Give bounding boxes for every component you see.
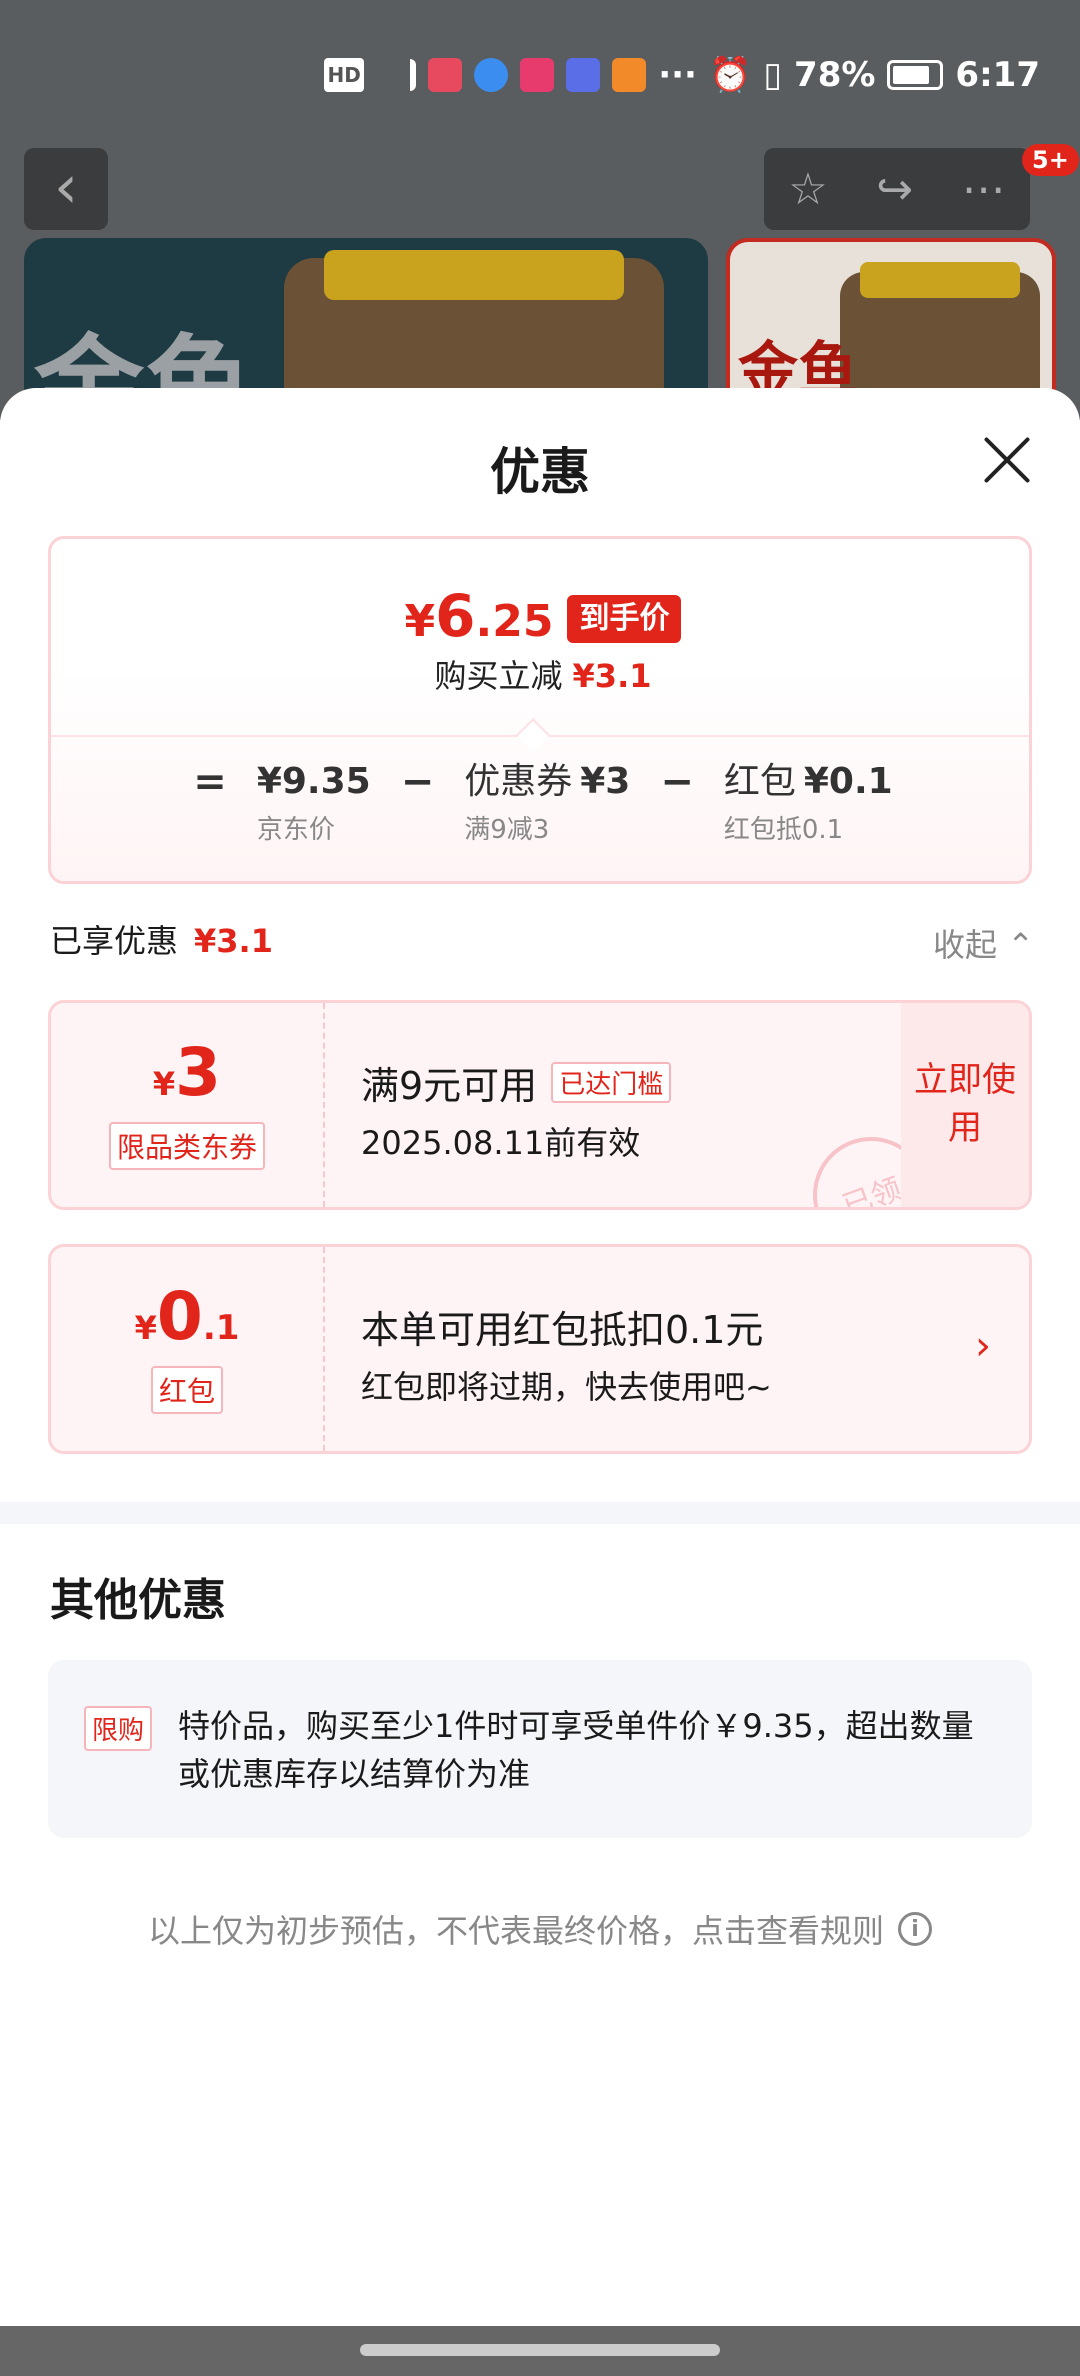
instant-discount: 购买立减 ¥3.1 xyxy=(434,657,652,695)
alarm-icon: ⏰ xyxy=(708,55,752,95)
use-now-button[interactable]: 立即使用 xyxy=(901,1003,1029,1207)
sheet-title: 优惠 xyxy=(490,443,590,501)
other-discounts-title: 其他优惠 xyxy=(50,1575,226,1626)
vibrate-icon: ▯ xyxy=(763,55,783,95)
coupon-validity: 2025.08.11前有效 xyxy=(361,1124,641,1162)
redpacket-type-badge: 红包 xyxy=(150,1366,223,1414)
back-button[interactable]: ‹ xyxy=(24,148,108,230)
divider-notch xyxy=(516,718,550,752)
price-summary-card: ¥6.25 到手价 购买立减 ¥3.1 = ¥9.35 京东价 − 优惠券 ¥3 满… xyxy=(48,536,1032,884)
discount-sheet: 优惠 ¥6.25 到手价 购买立减 ¥3.1 = ¥9.35 京东价 − 优惠券 ¥… xyxy=(0,388,1080,2328)
price-formula: = ¥9.35 京东价 − 优惠券 ¥3 满9减3 − 红包 ¥0.1 红包抵0.1 xyxy=(51,757,1029,846)
app-notification-icon xyxy=(612,58,647,92)
home-indicator[interactable] xyxy=(360,2344,720,2356)
battery-icon xyxy=(887,60,944,90)
coupon-value-area: ¥3 限品类东券 xyxy=(51,1003,323,1207)
coupon-type-badge: 限品类东券 xyxy=(108,1122,265,1170)
minus-sign: − xyxy=(660,759,694,805)
redpacket-details: 本单可用红包抵扣0.1元 红包即将过期，快去使用吧~ xyxy=(361,1299,772,1408)
collapse-button[interactable]: 收起 ⌃ xyxy=(933,920,1034,966)
app-notification-icon xyxy=(566,58,601,92)
message-badge: 5+ xyxy=(1022,144,1079,176)
other-discount-item: 限购 特价品，购买至少1件时可享受单件价￥9.35，超出数量或优惠库存以结算价为… xyxy=(48,1660,1032,1838)
top-actions: ☆ ↪ ⋯ xyxy=(764,148,1030,230)
redpacket-value-area: ¥0.1 红包 xyxy=(51,1247,323,1451)
star-icon[interactable]: ☆ xyxy=(788,164,827,215)
chevron-right-icon[interactable]: › xyxy=(975,1323,991,1369)
app-notification-icon xyxy=(474,58,509,92)
signal-icon xyxy=(376,59,417,91)
coupon-amount: ¥3 xyxy=(152,1034,222,1111)
more-notifications-icon: ··· xyxy=(658,55,697,95)
chevron-left-icon: ‹ xyxy=(54,152,78,222)
app-notification-icon xyxy=(520,58,555,92)
redpacket-hint: 红包即将过期，快去使用吧~ xyxy=(361,1368,772,1406)
info-icon: i xyxy=(898,1912,932,1946)
coupon-card[interactable]: ¥3 限品类东券 满9元可用 已达门槛 2025.08.11前有效 已领 立即使用 xyxy=(48,1000,1032,1210)
coupon-divider xyxy=(323,1247,325,1451)
disclaimer-text: 以上仅为初步预估，不代表最终价格，点击查看规则 xyxy=(147,1912,884,1950)
redpacket-amount: ¥0.1 xyxy=(134,1278,240,1355)
jar-lid-image xyxy=(324,250,624,300)
more-icon[interactable]: ⋯ xyxy=(962,164,1006,215)
app-notification-icon xyxy=(428,58,463,92)
status-bar: HD ··· ⏰ ▯ 78% 6:17 xyxy=(324,50,1040,100)
enjoyed-discount-row: 已享优惠 ¥3.1 收起 ⌃ xyxy=(50,908,1034,968)
hd-icon: HD xyxy=(324,58,365,92)
background-product-page: HD ··· ⏰ ▯ 78% 6:17 ‹ ☆ ↪ ⋯ 5+ 金鱼 金鱼 xyxy=(0,0,1080,420)
battery-percent: 78% xyxy=(794,55,876,95)
formula-base-price: ¥9.35 京东价 xyxy=(256,761,371,845)
jar-lid-image xyxy=(860,262,1020,298)
share-icon[interactable]: ↪ xyxy=(876,164,913,215)
final-price-row: ¥6.25 到手价 xyxy=(51,582,1029,650)
final-price: ¥6.25 xyxy=(404,582,554,650)
equals-sign: = xyxy=(193,759,227,805)
redpacket-card[interactable]: ¥0.1 红包 本单可用红包抵扣0.1元 红包即将过期，快去使用吧~ › xyxy=(48,1244,1032,1454)
redpacket-condition: 本单可用红包抵扣0.1元 xyxy=(361,1308,764,1352)
final-price-tag: 到手价 xyxy=(567,595,682,643)
coupon-details: 满9元可用 已达门槛 2025.08.11前有效 xyxy=(361,1055,672,1164)
disclaimer-link[interactable]: 以上仅为初步预估，不代表最终价格，点击查看规则 i xyxy=(0,1906,1080,1952)
close-icon[interactable] xyxy=(980,434,1032,486)
clock: 6:17 xyxy=(955,55,1040,95)
coupon-divider xyxy=(323,1003,325,1207)
formula-coupon: 优惠券 ¥3 满9减3 xyxy=(464,761,631,845)
other-discount-text: 特价品，购买至少1件时可享受单件价￥9.35，超出数量或优惠库存以结算价为准 xyxy=(178,1707,974,1793)
section-divider xyxy=(0,1502,1080,1524)
threshold-badge: 已达门槛 xyxy=(551,1062,672,1103)
chevron-up-icon: ⌃ xyxy=(1007,926,1034,964)
minus-sign: − xyxy=(400,759,435,805)
coupon-condition: 满9元可用 xyxy=(361,1064,538,1108)
formula-redpacket: 红包 ¥0.1 红包抵0.1 xyxy=(723,761,893,845)
limit-tag: 限购 xyxy=(84,1706,153,1751)
enjoyed-discount-label: 已享优惠 ¥3.1 xyxy=(50,922,273,960)
